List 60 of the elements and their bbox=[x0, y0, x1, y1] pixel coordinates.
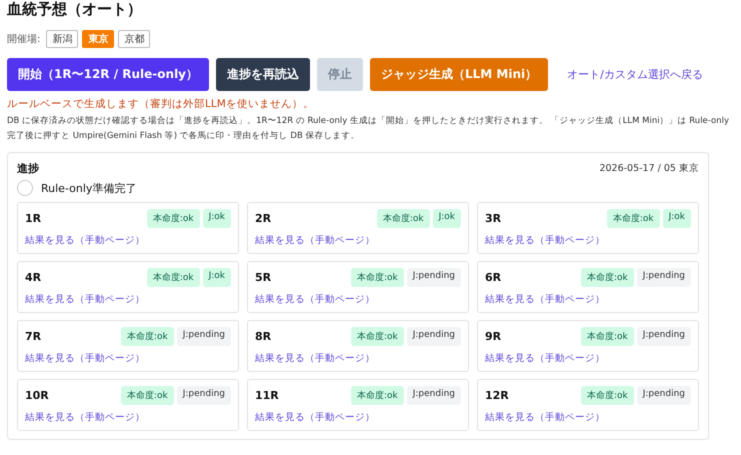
result-link[interactable]: 結果を見る（手動ページ） bbox=[485, 293, 605, 306]
race-number: 4R bbox=[25, 271, 42, 284]
status-badge: J:ok bbox=[662, 209, 691, 228]
status-badge: J:ok bbox=[202, 268, 231, 287]
status-badge: J:pending bbox=[176, 386, 231, 405]
race-number: 6R bbox=[485, 271, 502, 284]
race-number: 10R bbox=[25, 389, 49, 402]
venue-label: 開催場: bbox=[7, 33, 40, 46]
result-link[interactable]: 結果を見る（手動ページ） bbox=[255, 352, 375, 365]
status-badge: 本命度:ok bbox=[606, 209, 660, 228]
page-title: 血統予想（オート） bbox=[7, 0, 143, 20]
result-link[interactable]: 結果を見る（手動ページ） bbox=[255, 234, 375, 247]
result-link[interactable]: 結果を見る（手動ページ） bbox=[255, 411, 375, 424]
action-button[interactable]: 進捗を再読込 bbox=[216, 58, 310, 91]
progress-title: 進捗 bbox=[17, 161, 39, 176]
race-number: 5R bbox=[255, 271, 272, 284]
description-text: DB に保存済みの状態だけ確認する場合は「進捗を再読込」。1R〜12R の Rule-only 生成は「開始」を押したときだけ実行されます。 「ジャッジ生成（LLM Mini）」は Rule-only 完了後に押すと Umpire(Gemini Flash 等) で各馬に印・理由を付与し DB 保存します。 bbox=[7, 114, 730, 143]
action-button[interactable]: 開始（1R〜12R / Rule-only） bbox=[7, 58, 210, 91]
status-badge: 本命度:ok bbox=[580, 268, 634, 287]
result-link[interactable]: 結果を見る（手動ページ） bbox=[485, 411, 605, 424]
race-number: 2R bbox=[255, 212, 272, 225]
race-number: 11R bbox=[255, 389, 279, 402]
result-link[interactable]: 結果を見る（手動ページ） bbox=[255, 293, 375, 306]
venue-tab[interactable]: 京都 bbox=[118, 30, 150, 48]
status-badge: 本命度:ok bbox=[580, 327, 634, 346]
status-text: Rule-only準備完了 bbox=[41, 180, 136, 196]
result-link[interactable]: 結果を見る（手動ページ） bbox=[25, 234, 145, 247]
race-number: 9R bbox=[485, 330, 502, 343]
notice-text: ルールベースで生成します（審判は外部LLMを使いません）。 bbox=[7, 97, 315, 111]
status-badge: 本命度:ok bbox=[376, 209, 430, 228]
status-badge: 本命度:ok bbox=[146, 268, 200, 287]
status-badge: J:pending bbox=[406, 327, 461, 346]
back-link[interactable]: オート/カスタム選択へ戻る bbox=[563, 67, 707, 82]
status-badge: J:ok bbox=[202, 209, 231, 228]
result-link[interactable]: 結果を見る（手動ページ） bbox=[25, 352, 145, 365]
status-badge: J:pending bbox=[636, 268, 691, 287]
result-link[interactable]: 結果を見る（手動ページ） bbox=[25, 293, 145, 306]
race-number: 1R bbox=[25, 212, 42, 225]
race-number: 7R bbox=[25, 330, 42, 343]
result-link[interactable]: 結果を見る（手動ページ） bbox=[485, 234, 605, 247]
status-badge: J:pending bbox=[406, 386, 461, 405]
status-badge: 本命度:ok bbox=[120, 327, 174, 346]
status-badge: 本命度:ok bbox=[120, 386, 174, 405]
status-badge: J:pending bbox=[176, 327, 231, 346]
status-badge: J:pending bbox=[406, 268, 461, 287]
venue-tab[interactable]: 新潟 bbox=[46, 30, 78, 48]
status-badge: 本命度:ok bbox=[350, 327, 404, 346]
race-number: 8R bbox=[255, 330, 272, 343]
status-badge: 本命度:ok bbox=[350, 386, 404, 405]
status-badge: J:ok bbox=[432, 209, 461, 228]
result-link[interactable]: 結果を見る（手動ページ） bbox=[485, 352, 605, 365]
status-badge: J:pending bbox=[636, 327, 691, 346]
status-badge: 本命度:ok bbox=[350, 268, 404, 287]
status-badge: J:pending bbox=[636, 386, 691, 405]
status-badge: 本命度:ok bbox=[146, 209, 200, 228]
race-number: 3R bbox=[485, 212, 502, 225]
status-badge: 本命度:ok bbox=[580, 386, 634, 405]
result-link[interactable]: 結果を見る（手動ページ） bbox=[25, 411, 145, 424]
race-number: 12R bbox=[485, 389, 509, 402]
date-venue-text: 2026-05-17 / 05 東京 bbox=[599, 162, 699, 175]
